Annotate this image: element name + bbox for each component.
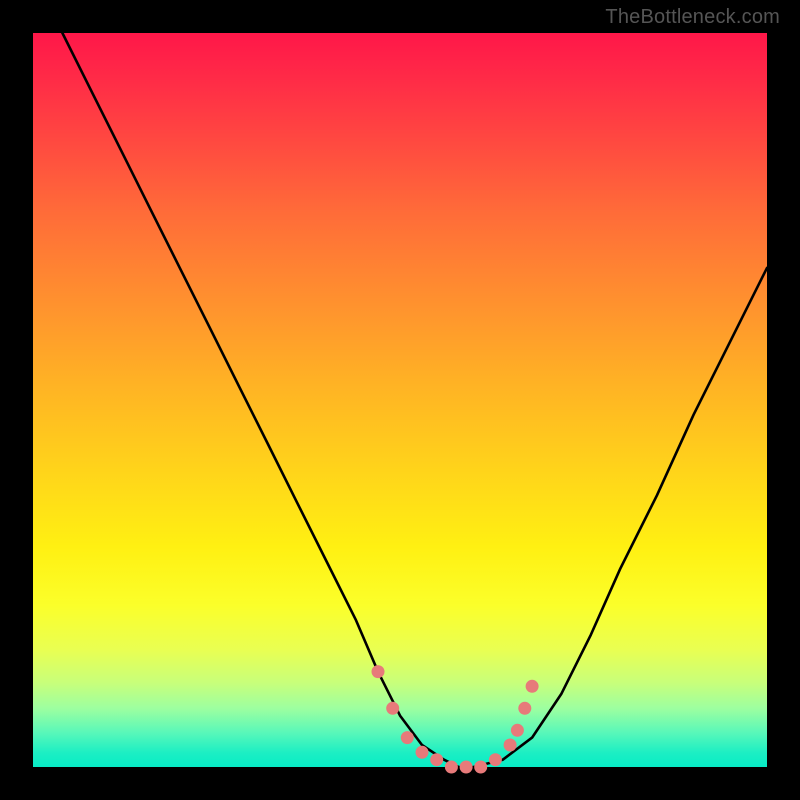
chart-frame: TheBottleneck.com xyxy=(0,0,800,800)
bottleneck-curve xyxy=(62,33,767,767)
curve-dot xyxy=(460,761,473,774)
curve-dot xyxy=(372,665,385,678)
curve-dot xyxy=(386,702,399,715)
curve-dot xyxy=(511,724,524,737)
curve-dot xyxy=(430,753,443,766)
curve-dot xyxy=(518,702,531,715)
curve-dot xyxy=(489,753,502,766)
curve-dot xyxy=(526,680,539,693)
curve-dot xyxy=(474,761,487,774)
plot-area xyxy=(33,33,767,767)
curve-svg xyxy=(33,33,767,767)
curve-dot xyxy=(445,761,458,774)
curve-dot xyxy=(401,731,414,744)
curve-dots-group xyxy=(372,665,539,773)
curve-dot xyxy=(416,746,429,759)
watermark-text: TheBottleneck.com xyxy=(605,6,780,29)
curve-dot xyxy=(504,739,517,752)
